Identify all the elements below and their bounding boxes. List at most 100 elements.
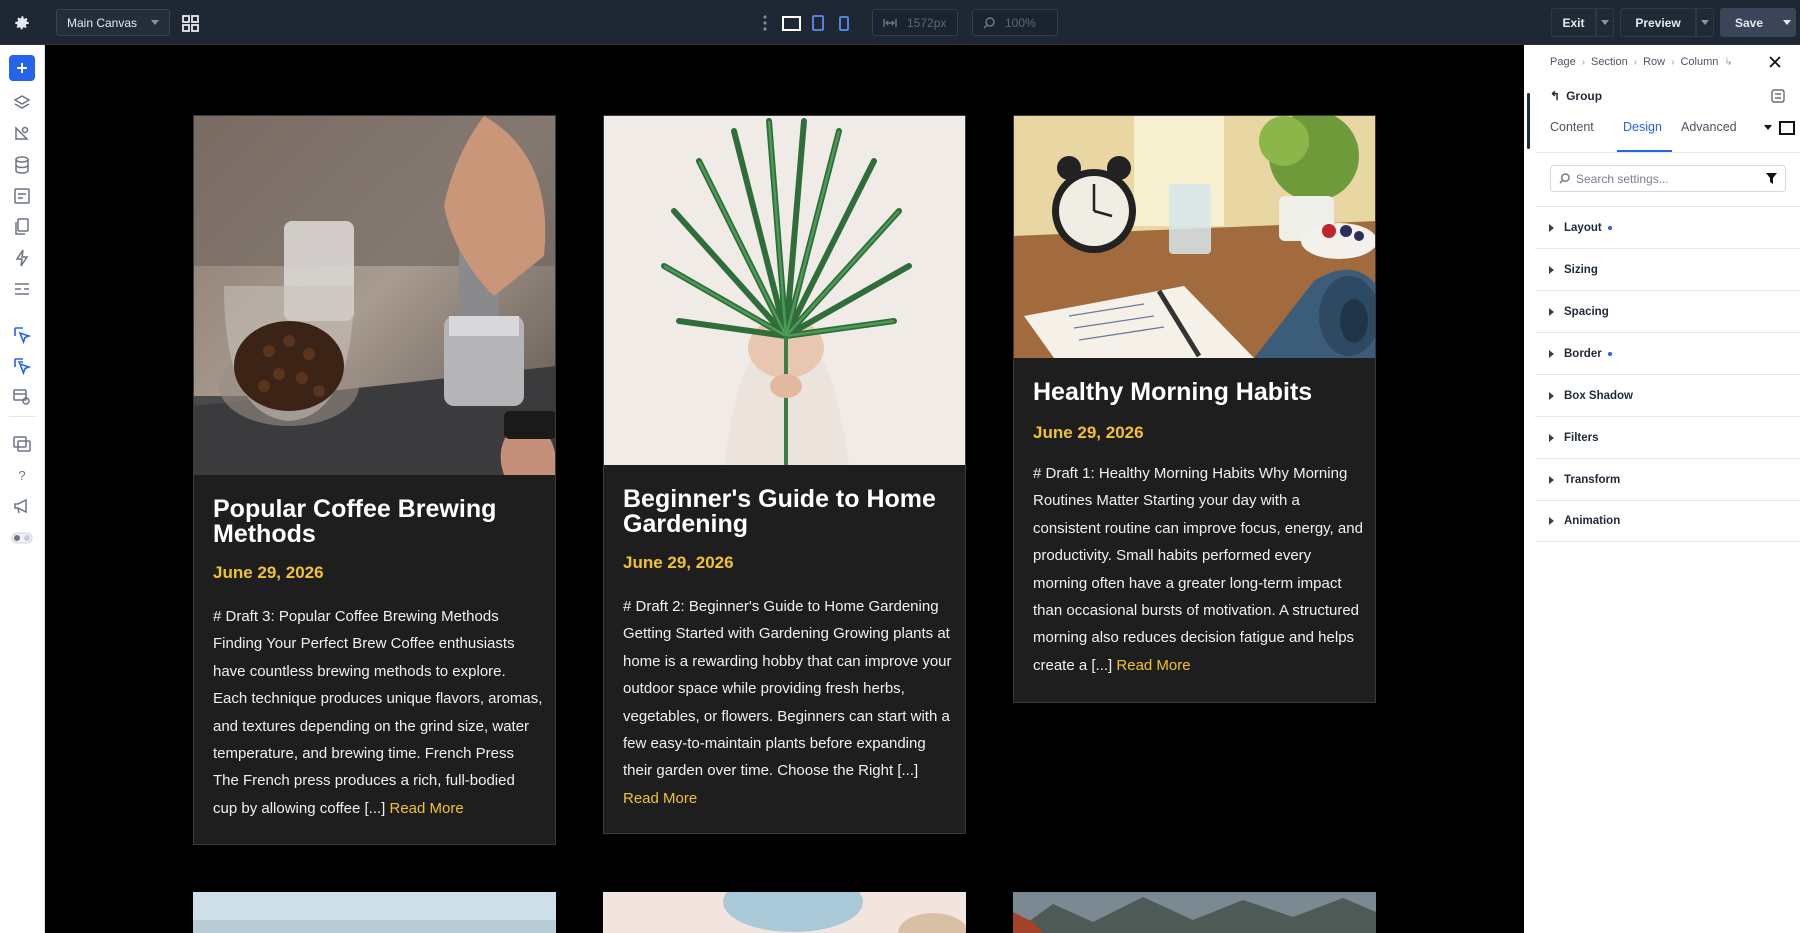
caret-right-icon [1549,517,1554,525]
element-type-label: Group [1566,89,1603,103]
palm-leaf-image [604,116,965,465]
exit-button-label: Exit [1562,15,1585,30]
mobile-view-icon[interactable] [834,13,854,33]
layers-icon[interactable] [10,91,34,115]
preview-dropdown-button[interactable] [1696,8,1714,37]
caret-right-icon [1549,391,1554,400]
breadcrumb-column[interactable]: Column [1680,56,1718,68]
template-settings-icon[interactable] [10,385,34,409]
top-toolbar: Main Canvas 1572px 100% Exit Preview Sav… [0,0,1800,45]
zoom-value: 100% [1005,15,1036,30]
windows-icon[interactable] [10,432,34,456]
section-label: Animation [1564,515,1621,527]
modified-indicator [1607,351,1612,356]
blog-card: Beginner's Guide to Home Gardening June … [603,115,966,834]
card-excerpt: # Draft 2: Beginner's Guide to Home Gard… [623,593,953,812]
section-filters[interactable]: Filters [1535,416,1800,458]
filter-icon[interactable] [1766,173,1777,184]
section-border[interactable]: Border [1535,332,1800,374]
caret-right-icon [1549,265,1554,274]
tablet-view-icon[interactable] [808,13,828,33]
card-date: June 29, 2026 [623,553,734,572]
read-more-link[interactable]: Read More [390,800,464,817]
exit-button[interactable]: Exit [1551,8,1596,37]
caret-right-icon [1549,223,1554,232]
back-arrow-icon: ↰ [1550,89,1561,103]
section-animation[interactable]: Animation [1535,500,1800,542]
preview-button[interactable]: Preview [1620,8,1696,37]
preview-box-icon[interactable] [1779,121,1795,135]
interaction-alt-icon[interactable] [10,354,34,378]
element-type[interactable]: ↰ Group [1550,89,1602,103]
section-box-shadow[interactable]: Box Shadow [1535,374,1800,416]
close-icon[interactable] [1768,55,1784,71]
card-excerpt-text: # Draft 3: Popular Coffee Brewing Method… [213,608,543,817]
blog-card: Popular Coffee Brewing Methods June 29, … [193,115,556,845]
canvas-width-field[interactable]: 1572px [872,9,958,36]
panel-resize-handle[interactable] [1527,93,1530,149]
search-icon [983,16,995,29]
read-more-link[interactable]: Read More [623,790,697,807]
chevron-right-icon: › [1671,56,1675,68]
save-button[interactable]: Save [1720,8,1778,37]
canvas-select-label: Main Canvas [67,15,138,30]
pages-icon[interactable] [10,215,34,239]
form-icon[interactable] [10,184,34,208]
chevron-right-icon: › [1581,56,1586,68]
save-dropdown-button[interactable] [1778,8,1796,37]
chevron-right-icon: › [1633,56,1638,68]
exit-dropdown-button[interactable] [1596,8,1614,37]
section-spacing[interactable]: Spacing [1535,290,1800,332]
read-more-link[interactable]: Read More [1116,657,1190,674]
card-title[interactable]: Beginner's Guide to Home Gardening [623,487,943,537]
section-sizing[interactable]: Sizing [1535,248,1800,290]
tabs-dropdown-icon[interactable] [1764,125,1772,130]
card-excerpt: # Draft 3: Popular Coffee Brewing Method… [213,603,543,822]
tab-content[interactable]: Content [1550,120,1594,152]
canvas-width-value: 1572px [907,15,947,30]
grid-view-icon[interactable] [180,13,200,33]
tab-design[interactable]: Design [1623,120,1662,152]
card-title[interactable]: Popular Coffee Brewing Methods [213,497,533,547]
caret-right-icon [1549,433,1554,442]
left-sidebar: ? [0,45,45,933]
blog-card-image-partial [193,892,556,933]
blog-card-image-partial [1013,892,1376,933]
toggle-icon[interactable] [10,526,34,550]
section-layout[interactable]: Layout [1535,206,1800,248]
announcement-icon[interactable] [10,494,34,518]
section-label: Box Shadow [1564,389,1634,402]
lightning-icon[interactable] [10,246,34,270]
search-icon [1559,173,1570,184]
preview-button-label: Preview [1635,15,1681,30]
canvas-select[interactable]: Main Canvas [56,9,170,36]
tab-advanced[interactable]: Advanced [1681,120,1737,152]
database-icon[interactable] [10,153,34,177]
section-transform[interactable]: Transform [1535,458,1800,500]
settings-gear-icon[interactable] [12,13,32,33]
interaction-icon[interactable] [10,323,34,347]
panel-tabs: Content Design Advanced [1535,112,1795,152]
chevron-down-icon [1601,20,1609,25]
blog-card: Healthy Morning Habits June 29, 2026 # D… [1013,115,1376,703]
zoom-field[interactable]: 100% [972,9,1058,36]
sidebar-divider [9,416,35,417]
caret-right-icon [1549,349,1554,358]
card-title[interactable]: Healthy Morning Habits [1033,380,1353,405]
help-icon[interactable]: ? [10,463,34,487]
modified-indicator [1607,225,1612,230]
breadcrumb-row[interactable]: Row [1643,56,1665,68]
sections-icon[interactable] [10,277,34,301]
chevron-down-icon [1701,20,1709,25]
add-element-button[interactable] [9,55,35,81]
desktop-view-icon[interactable] [781,13,801,33]
card-excerpt-text: # Draft 2: Beginner's Guide to Home Gard… [623,598,952,780]
adjust-icon[interactable] [1771,89,1785,103]
breadcrumb-section[interactable]: Section [1591,56,1628,68]
settings-search-input[interactable]: Search settings... [1550,165,1786,192]
breadcrumb-page[interactable]: Page [1550,56,1576,68]
save-button-label: Save [1734,15,1764,30]
more-vertical-icon[interactable] [760,13,770,33]
styles-icon[interactable] [10,122,34,146]
breadcrumb: Page › Section › Row › Column ↳ [1550,56,1733,68]
